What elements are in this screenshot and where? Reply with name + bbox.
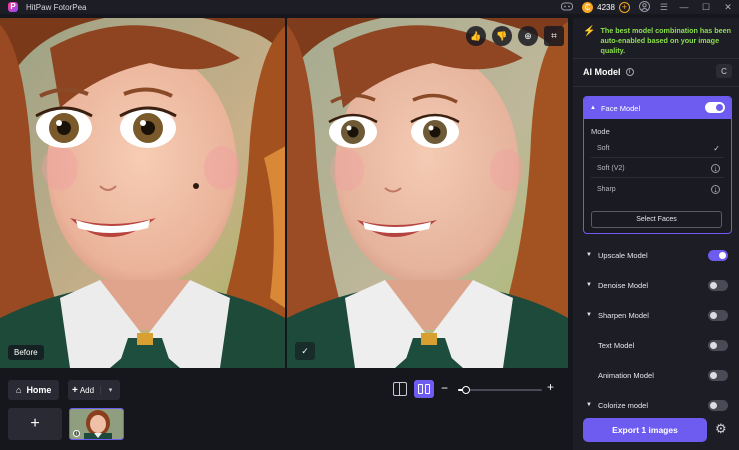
credits-count: 4238 [597, 2, 615, 12]
crop-icon[interactable]: ⌗ [544, 26, 564, 46]
face-model-header[interactable]: ▲ Face Model [584, 97, 731, 119]
home-icon: ⌂ [16, 385, 22, 395]
credits-display[interactable]: ₵ 4238 + [582, 1, 630, 13]
thumbnail-info-icon[interactable]: i [73, 430, 80, 437]
settings-panel: ⚡ The best model combination has been au… [573, 18, 739, 450]
ai-model-title: AI Model [583, 67, 621, 77]
model-label: Colorize model [598, 400, 649, 410]
animation-model-toggle[interactable] [708, 369, 728, 381]
zoom-slider[interactable] [458, 386, 542, 394]
zoom-in-button[interactable]: + [547, 381, 554, 393]
model-label: Upscale Model [598, 250, 648, 260]
app-logo: P [8, 2, 18, 12]
add-button[interactable]: + Add [68, 385, 100, 396]
caret-down-icon: ▼ [586, 282, 592, 288]
menu-icon[interactable]: ☰ [660, 2, 668, 13]
maximize-button[interactable]: ☐ [695, 2, 717, 13]
after-image [287, 18, 568, 368]
add-label: Add [79, 385, 95, 395]
caret-down-icon: ▼ [586, 252, 592, 258]
add-plus-icon: + [72, 384, 78, 396]
auto-enabled-notice: ⚡ The best model combination has been au… [583, 26, 733, 56]
mode-option-label: Soft [597, 145, 610, 152]
bolt-icon: ⚡ [583, 26, 596, 37]
coin-icon: ₵ [582, 1, 594, 13]
mode-option-sharp[interactable]: Sharp ↓ [591, 180, 724, 198]
zoom-in-icon[interactable]: ⊕ [518, 26, 538, 46]
title-bar: P HitPaw FotorPea ₵ 4238 + ☰ — ☐ ✕ [0, 0, 739, 14]
model-row-text[interactable]: Text Model [583, 337, 732, 353]
zoom-slider-knob[interactable] [462, 386, 470, 394]
divider [573, 58, 739, 59]
model-row-colorize[interactable]: ▼ Colorize model [583, 397, 732, 413]
before-image [0, 18, 285, 368]
add-button-group: + Add ▾ [68, 380, 120, 400]
export-button[interactable]: Export 1 images [583, 418, 707, 442]
face-model-card: ▲ Face Model Mode Soft ✓ Soft (V2) ↓ Sha… [583, 96, 732, 234]
refresh-button[interactable]: C [716, 64, 732, 78]
home-label: Home [26, 385, 52, 395]
image-thumbnail[interactable]: i [69, 408, 124, 440]
compare-check-button[interactable]: ✓ [295, 342, 315, 360]
caret-down-icon: ▼ [586, 402, 592, 408]
sharpen-model-toggle[interactable] [708, 309, 728, 321]
mode-label: Mode [591, 127, 610, 136]
bottom-bar: ⌂ Home + Add ▾ − + + i [0, 372, 570, 450]
split-view-icon[interactable] [393, 382, 407, 396]
upscale-model-toggle[interactable] [708, 249, 728, 261]
download-icon[interactable]: ↓ [711, 184, 720, 194]
check-icon: ✓ [713, 144, 720, 153]
settings-gear-icon[interactable]: ⚙ [715, 422, 727, 436]
close-button[interactable]: ✕ [717, 2, 739, 13]
add-image-tile[interactable]: + [8, 408, 62, 440]
notice-text: The best model combination has been auto… [600, 26, 732, 55]
user-icon[interactable] [638, 0, 650, 14]
caret-down-icon: ▼ [586, 312, 592, 318]
select-faces-button[interactable]: Select Faces [591, 211, 722, 228]
model-row-upscale[interactable]: ▼ Upscale Model [583, 247, 732, 263]
face-model-toggle[interactable] [705, 102, 725, 113]
model-label: Sharpen Model [598, 310, 649, 320]
thumbs-down-icon[interactable]: 👎 [492, 26, 512, 46]
mode-option-soft[interactable]: Soft ✓ [591, 140, 724, 158]
mode-option-label: Sharp [597, 185, 616, 193]
side-by-side-view-icon[interactable] [414, 380, 434, 398]
discord-icon[interactable] [561, 2, 574, 13]
before-label: Before [8, 345, 44, 360]
text-model-toggle[interactable] [708, 339, 728, 351]
before-image-pane[interactable]: Before [0, 18, 285, 368]
mode-option-soft-v2[interactable]: Soft (V2) ↓ [591, 160, 724, 178]
model-label: Animation Model [598, 370, 654, 380]
add-credits-button[interactable]: + [618, 1, 630, 13]
caret-up-icon: ▲ [590, 105, 596, 111]
minimize-button[interactable]: — [673, 2, 695, 12]
preview-toolbar: 👍 👎 ⊕ ⌗ [460, 26, 564, 46]
denoise-model-toggle[interactable] [708, 279, 728, 291]
after-image-pane[interactable]: ✓ 👍 👎 ⊕ ⌗ [287, 18, 568, 368]
home-button[interactable]: ⌂ Home [8, 380, 60, 400]
add-dropdown-button[interactable]: ▾ [100, 386, 120, 394]
download-icon[interactable]: ↓ [711, 164, 720, 173]
model-label: Text Model [598, 340, 635, 350]
model-label: Denoise Model [598, 280, 649, 290]
info-icon[interactable]: i [625, 68, 634, 76]
ai-model-heading: AI Model i [583, 67, 634, 77]
model-row-denoise[interactable]: ▼ Denoise Model [583, 277, 732, 293]
divider [573, 86, 739, 87]
thumbs-up-icon[interactable]: 👍 [466, 26, 486, 46]
app-title: HitPaw FotorPea [26, 2, 87, 12]
model-row-animation[interactable]: Animation Model [583, 367, 732, 383]
model-row-sharpen[interactable]: ▼ Sharpen Model [583, 307, 732, 323]
zoom-out-button[interactable]: − [441, 382, 448, 394]
colorize-model-toggle[interactable] [708, 399, 728, 411]
mode-option-label: Soft (V2) [597, 165, 625, 172]
face-model-label: Face Model [600, 103, 641, 113]
